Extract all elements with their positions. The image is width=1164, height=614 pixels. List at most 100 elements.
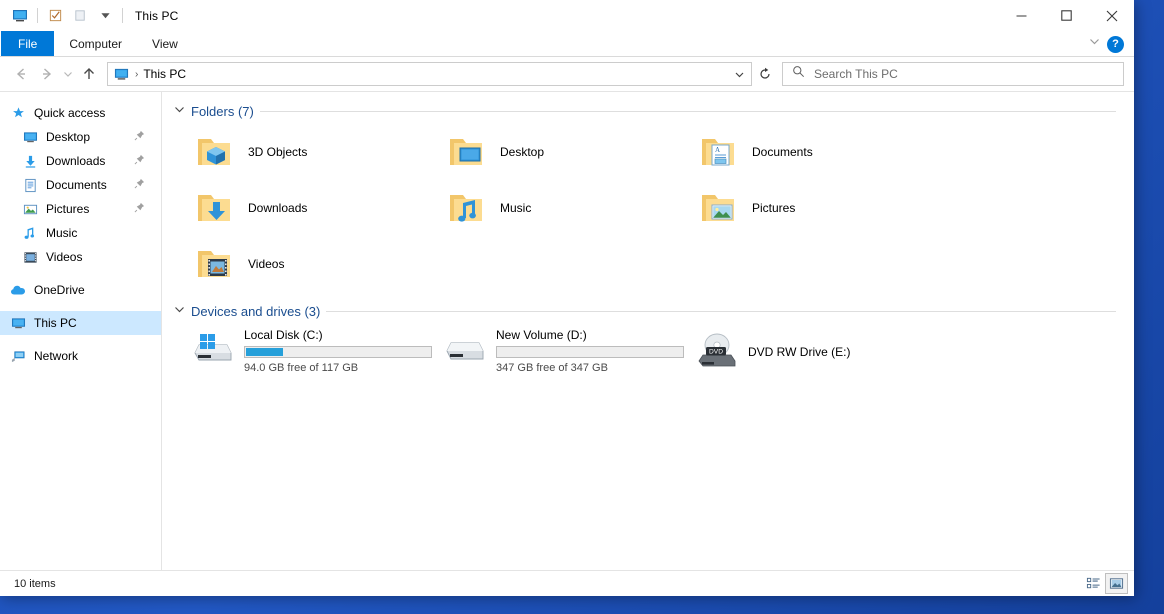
search-box[interactable]: Search This PC bbox=[782, 62, 1124, 86]
folder-pictures-icon bbox=[698, 186, 742, 230]
folder-documents-icon: A bbox=[698, 130, 742, 174]
pin-icon[interactable] bbox=[134, 130, 145, 144]
navigation-pane: Quick access Desktop Downloads Documents… bbox=[0, 92, 162, 570]
chevron-down-icon[interactable] bbox=[174, 104, 185, 118]
quick-access-toolbar bbox=[0, 5, 126, 27]
breadcrumb-current[interactable]: This PC bbox=[143, 67, 186, 81]
folder-label: Downloads bbox=[248, 201, 308, 215]
details-view-button[interactable] bbox=[1082, 573, 1105, 594]
drive-info: New Volume (D:) 347 GB free of 347 GB bbox=[496, 326, 684, 374]
drive-free-space: 347 GB free of 347 GB bbox=[496, 362, 608, 374]
pin-icon[interactable] bbox=[134, 202, 145, 216]
drive-info: Local Disk (C:) 94.0 GB free of 117 GB bbox=[244, 326, 432, 374]
hard-drive-icon bbox=[444, 326, 488, 370]
breadcrumb-history-chevron[interactable] bbox=[729, 63, 749, 85]
desktop-background: This PC File Computer View ? › This PC S… bbox=[0, 0, 1164, 614]
sidebar-item-label: Desktop bbox=[46, 130, 91, 144]
drives-group-header[interactable]: Devices and drives (3) bbox=[172, 300, 1134, 322]
sidebar-item-label: OneDrive bbox=[34, 283, 85, 297]
folder-tile-documents[interactable]: A Documents bbox=[676, 124, 928, 180]
sidebar-item-onedrive[interactable]: OneDrive bbox=[0, 278, 161, 302]
breadcrumb-separator: › bbox=[135, 68, 139, 80]
network-icon bbox=[10, 348, 26, 364]
back-button[interactable] bbox=[8, 61, 34, 87]
documents-icon bbox=[22, 177, 38, 193]
sidebar-gap-1 bbox=[0, 269, 161, 278]
folders-group-header[interactable]: Folders (7) bbox=[172, 100, 1134, 122]
folder-label: 3D Objects bbox=[248, 145, 308, 159]
window-title: This PC bbox=[135, 8, 179, 23]
tab-file[interactable]: File bbox=[1, 31, 55, 56]
recent-locations-chevron[interactable] bbox=[60, 61, 76, 87]
tab-view[interactable]: View bbox=[137, 31, 193, 56]
sidebar-item-music[interactable]: Music bbox=[0, 221, 161, 245]
new-folder-icon[interactable] bbox=[69, 5, 91, 27]
breadcrumb[interactable]: › This PC bbox=[107, 62, 752, 86]
sidebar-item-desktop[interactable]: Desktop bbox=[0, 125, 161, 149]
close-button[interactable] bbox=[1089, 0, 1134, 31]
forward-button[interactable] bbox=[34, 61, 60, 87]
sidebar-item-pictures[interactable]: Pictures bbox=[0, 197, 161, 221]
folder-tile-3d-objects[interactable]: 3D Objects bbox=[172, 124, 424, 180]
folder-label: Pictures bbox=[752, 201, 796, 215]
minimize-button[interactable] bbox=[999, 0, 1044, 31]
pin-icon[interactable] bbox=[134, 178, 145, 192]
pin-icon[interactable] bbox=[134, 154, 145, 168]
drive-usage-bar bbox=[244, 346, 432, 358]
onedrive-icon bbox=[10, 282, 26, 298]
folder-tile-desktop[interactable]: Desktop bbox=[424, 124, 676, 180]
toolbar-divider-2 bbox=[122, 8, 123, 23]
svg-text:A: A bbox=[715, 146, 720, 154]
sidebar-item-this-pc[interactable]: This PC bbox=[0, 311, 161, 335]
window-controls bbox=[999, 0, 1134, 31]
sidebar-item-documents[interactable]: Documents bbox=[0, 173, 161, 197]
chevron-down-icon[interactable] bbox=[174, 304, 185, 318]
tab-computer[interactable]: Computer bbox=[54, 31, 137, 56]
star-pin-icon bbox=[10, 105, 26, 121]
folder-music-icon bbox=[446, 186, 490, 230]
drive-name: DVD RW Drive (E:) bbox=[748, 345, 851, 359]
downloads-icon bbox=[22, 153, 38, 169]
refresh-button[interactable] bbox=[752, 62, 778, 86]
maximize-button[interactable] bbox=[1044, 0, 1089, 31]
search-input[interactable]: Search This PC bbox=[814, 67, 898, 81]
sidebar-item-label: Network bbox=[34, 349, 79, 363]
sidebar-item-label: Documents bbox=[46, 178, 107, 192]
this-pc-icon[interactable] bbox=[9, 5, 31, 27]
folders-tiles: 3D Objects Desktop A Documents Downloads… bbox=[172, 124, 1134, 292]
sidebar-item-quick-access[interactable]: Quick access bbox=[0, 101, 161, 125]
window-body: Quick access Desktop Downloads Documents… bbox=[0, 91, 1134, 570]
folder-tile-music[interactable]: Music bbox=[424, 180, 676, 236]
folder-desktop-icon bbox=[446, 130, 490, 174]
sidebar-item-label: This PC bbox=[34, 316, 77, 330]
svg-text:DVD: DVD bbox=[709, 349, 723, 356]
collapse-ribbon-chevron[interactable] bbox=[1088, 35, 1101, 53]
folder-downloads-icon bbox=[194, 186, 238, 230]
ribbon-right-controls: ? bbox=[1088, 31, 1130, 57]
customize-quick-access-chevron[interactable] bbox=[94, 5, 116, 27]
sidebar-item-downloads[interactable]: Downloads bbox=[0, 149, 161, 173]
drive-tile-local-disk-c[interactable]: Local Disk (C:) 94.0 GB free of 117 GB bbox=[172, 324, 432, 376]
videos-icon bbox=[22, 249, 38, 265]
sidebar-item-videos[interactable]: Videos bbox=[0, 245, 161, 269]
this-pc-icon bbox=[10, 315, 26, 331]
large-icons-view-button[interactable] bbox=[1105, 573, 1128, 594]
sidebar-gap-3 bbox=[0, 335, 161, 344]
drive-tile-new-volume-d[interactable]: New Volume (D:) 347 GB free of 347 GB bbox=[424, 324, 684, 376]
folder-tile-pictures[interactable]: Pictures bbox=[676, 180, 928, 236]
breadcrumb-this-pc-icon bbox=[114, 67, 129, 82]
drive-tile-dvd-rw-e[interactable]: DVD DVD RW Drive (E:) bbox=[676, 324, 928, 376]
hard-drive-windows-icon bbox=[192, 326, 236, 370]
pictures-icon bbox=[22, 201, 38, 217]
drive-usage-fill bbox=[246, 348, 283, 356]
properties-icon[interactable] bbox=[44, 5, 66, 27]
sidebar-item-label: Videos bbox=[46, 250, 83, 264]
help-button[interactable]: ? bbox=[1107, 35, 1124, 53]
folder-tile-downloads[interactable]: Downloads bbox=[172, 180, 424, 236]
up-button[interactable] bbox=[76, 61, 102, 87]
folder-label: Documents bbox=[752, 145, 813, 159]
folder-tile-videos[interactable]: Videos bbox=[172, 236, 424, 292]
music-icon bbox=[22, 225, 38, 241]
ribbon-tabs: File Computer View ? bbox=[0, 31, 1134, 57]
sidebar-item-network[interactable]: Network bbox=[0, 344, 161, 368]
